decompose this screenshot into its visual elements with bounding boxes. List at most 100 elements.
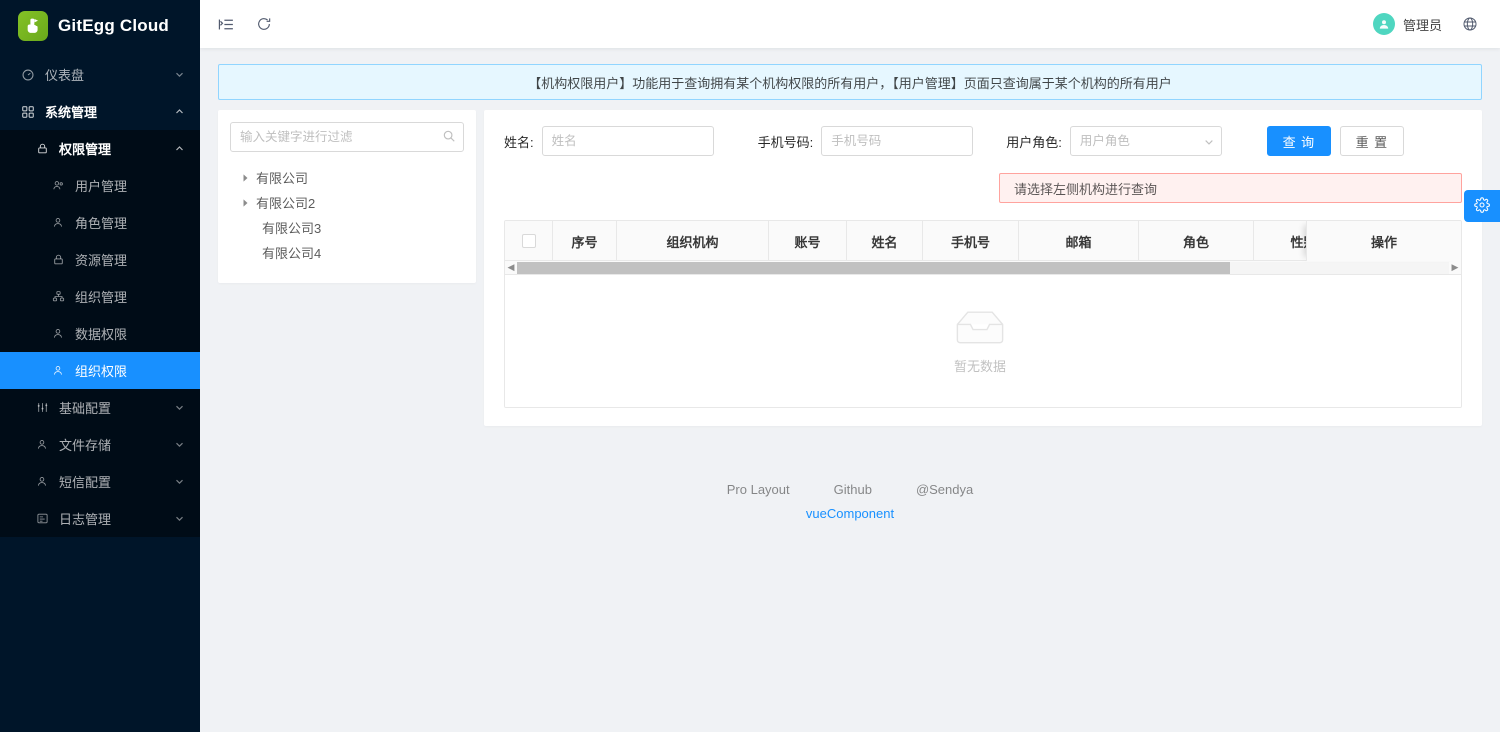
sidebar-label-permission-management: 权限管理 <box>59 142 112 157</box>
sidebar-item-user-management[interactable]: 用户管理 <box>0 167 200 204</box>
sidebar-label-basic-config: 基础配置 <box>59 401 112 416</box>
footer-link-github[interactable]: Github <box>834 482 872 497</box>
topbar-left <box>216 14 274 34</box>
sidebar-item-role-management[interactable]: 角色管理 <box>0 204 200 241</box>
select-all-checkbox[interactable] <box>521 234 536 248</box>
caret-right-icon[interactable] <box>238 198 252 207</box>
select-all-header[interactable] <box>505 221 553 261</box>
sidebar-label-log-management: 日志管理 <box>59 512 112 527</box>
content-scroll-area: 【机构权限用户】功能用于查询拥有某个机构权限的所有用户，【用户管理】页面只查询属… <box>200 48 1500 732</box>
sidebar-label-resource-management: 资源管理 <box>75 253 128 268</box>
sidebar-item-system-management[interactable]: 系统管理 <box>0 93 200 130</box>
chevron-down-icon <box>172 477 186 486</box>
sidebar-item-file-storage[interactable]: 文件存储 <box>0 426 200 463</box>
column-header-account[interactable]: 账号 <box>769 221 847 261</box>
avatar-icon <box>1372 13 1395 35</box>
scroll-right-icon[interactable]: ▶ <box>1449 262 1461 273</box>
sidebar-label-user-management: 用户管理 <box>75 179 128 194</box>
form-item-name: 姓名: <box>504 126 714 156</box>
info-banner-text: 【机构权限用户】功能用于查询拥有某个机构权限的所有用户，【用户管理】页面只查询属… <box>528 75 1172 91</box>
scrollbar-rail[interactable] <box>517 261 1449 274</box>
global-language-icon[interactable] <box>1460 14 1480 34</box>
column-header-phone[interactable]: 手机号 <box>923 221 1019 261</box>
sidebar-item-basic-config[interactable]: 基础配置 <box>0 389 200 426</box>
sidebar-label-org-management: 组织管理 <box>75 290 128 305</box>
panels-row: 有限公司 有限公司2 <box>218 110 1482 426</box>
form-actions: 查 询 重 置 <box>1266 126 1404 156</box>
name-input[interactable] <box>541 126 714 156</box>
chevron-down-icon <box>172 70 186 79</box>
reload-icon[interactable] <box>254 14 274 34</box>
name-label: 姓名: <box>504 134 534 150</box>
tree-node[interactable]: 有限公司4 <box>230 240 464 265</box>
footer-link-sendya[interactable]: @Sendya <box>916 482 973 497</box>
column-header-org[interactable]: 组织机构 <box>617 221 769 261</box>
chevron-up-icon <box>172 107 186 116</box>
form-item-role: 用户角色: <box>1006 126 1222 156</box>
sidebar-label-data-permission: 数据权限 <box>75 327 128 342</box>
query-button[interactable]: 查 询 <box>1266 126 1331 156</box>
sidebar-item-permission-management[interactable]: 权限管理 <box>0 130 200 167</box>
tree-node-label: 有限公司3 <box>262 221 322 236</box>
user-table: 序号 组织机构 账号 姓名 手机号 邮箱 角色 性别 操作 ◀ ▶ 暂无数据 <box>504 220 1462 408</box>
menu-fold-icon[interactable] <box>216 14 236 34</box>
setting-grid-icon <box>20 104 36 120</box>
sidebar-label-file-storage: 文件存储 <box>59 438 112 453</box>
sidebar-item-org-permission[interactable]: 组织权限 <box>0 352 200 389</box>
scrollbar-thumb[interactable] <box>517 261 1230 274</box>
chevron-down-icon <box>172 514 186 523</box>
chevron-down-icon <box>172 403 186 412</box>
footer-link-pro-layout[interactable]: Pro Layout <box>727 482 790 497</box>
column-header-name[interactable]: 姓名 <box>847 221 923 261</box>
sliders-icon <box>34 400 50 416</box>
phone-input[interactable] <box>821 126 974 156</box>
content-inner: 【机构权限用户】功能用于查询拥有某个机构权限的所有用户，【用户管理】页面只查询属… <box>200 48 1500 537</box>
logo-text: GitEgg Cloud <box>58 16 169 35</box>
phone-label: 手机号码: <box>757 134 814 150</box>
setting-drawer-handle[interactable] <box>1464 190 1500 222</box>
table-header-row: 序号 组织机构 账号 姓名 手机号 邮箱 角色 性别 操作 <box>505 221 1461 261</box>
log-icon <box>34 511 50 527</box>
sidebar-item-resource-management[interactable]: 资源管理 <box>0 241 200 278</box>
tree-node[interactable]: 有限公司 <box>230 165 464 190</box>
sidebar-label-role-management: 角色管理 <box>75 216 128 231</box>
role-select[interactable] <box>1069 126 1222 156</box>
column-header-action[interactable]: 操作 <box>1306 221 1461 261</box>
org-tree-card: 有限公司 有限公司2 <box>218 110 476 283</box>
tree-node[interactable]: 有限公司2 <box>230 190 464 215</box>
tree-node[interactable]: 有限公司3 <box>230 215 464 240</box>
form-item-phone: 手机号码: <box>758 126 974 156</box>
sidebar-item-org-management[interactable]: 组织管理 <box>0 278 200 315</box>
sidebar-group-system-management: 权限管理 用户管理 角色管理 资源管理 组织管理 数据权限 组织权限 基础配置 … <box>0 130 200 537</box>
column-header-email[interactable]: 邮箱 <box>1019 221 1139 261</box>
user-icon <box>34 474 50 490</box>
footer: Pro Layout Github @Sendya vueComponent <box>218 444 1482 537</box>
caret-right-icon[interactable] <box>238 173 252 182</box>
user-icon <box>50 363 66 379</box>
sidebar-item-data-permission[interactable]: 数据权限 <box>0 315 200 352</box>
scroll-left-icon[interactable]: ◀ <box>505 262 517 273</box>
user-icon <box>50 326 66 342</box>
tree-node-label: 有限公司 <box>256 171 309 186</box>
reset-button[interactable]: 重 置 <box>1339 126 1404 156</box>
role-select-input[interactable] <box>1069 126 1222 156</box>
org-tree: 有限公司 有限公司2 有限公司3 有限公司4 <box>230 165 464 265</box>
footer-copyright[interactable]: vueComponent <box>218 506 1482 521</box>
select-org-warning: 请选择左侧机构进行查询 <box>999 173 1462 203</box>
sidebar-item-sms-config[interactable]: 短信配置 <box>0 463 200 500</box>
chevron-up-icon <box>172 144 186 153</box>
column-header-role[interactable]: 角色 <box>1139 221 1254 261</box>
sidebar-item-log-management[interactable]: 日志管理 <box>0 500 200 537</box>
user-menu[interactable]: 管理员 <box>1372 13 1442 35</box>
tree-filter-input[interactable] <box>230 122 464 152</box>
sidebar-label-system-management: 系统管理 <box>45 105 98 120</box>
logo[interactable]: GitEgg Cloud <box>0 0 200 52</box>
table-horizontal-scrollbar[interactable]: ◀ ▶ <box>505 261 1461 275</box>
cluster-icon <box>50 289 66 305</box>
column-header-index[interactable]: 序号 <box>553 221 617 261</box>
lock-icon <box>50 252 66 268</box>
sidebar-item-dashboard[interactable]: 仪表盘 <box>0 56 200 93</box>
gitegg-logo-icon <box>18 11 48 41</box>
user-name: 管理员 <box>1402 17 1442 33</box>
empty-text: 暂无数据 <box>953 359 1006 374</box>
